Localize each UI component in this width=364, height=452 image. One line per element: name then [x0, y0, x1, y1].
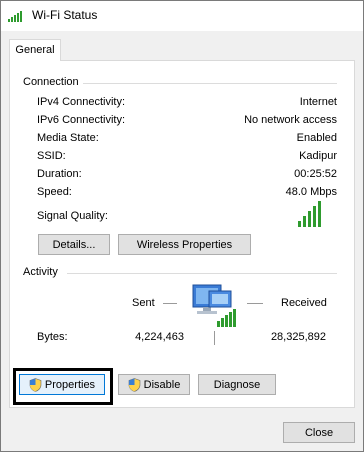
speed-label: Speed: [37, 186, 72, 198]
diagnose-button-label: Diagnose [213, 378, 261, 391]
uac-shield-icon [128, 377, 140, 392]
bytes-received-value: 28,325,892 [270, 331, 326, 343]
disable-button-label: Disable [143, 378, 181, 391]
media-state-value: Enabled [296, 132, 337, 144]
details-button-label: Details... [52, 238, 96, 251]
connection-divider [81, 83, 337, 84]
duration-value: 00:25:52 [294, 168, 337, 180]
received-connector [247, 303, 263, 304]
sent-label: Sent [132, 297, 155, 309]
wifi-status-window: Wi-Fi Status General Connection IPv4 Con… [0, 0, 364, 452]
sent-connector [163, 303, 177, 304]
diagnose-button[interactable]: Diagnose [198, 374, 276, 395]
ipv4-label: IPv4 Connectivity: [37, 96, 126, 108]
bytes-label: Bytes: [37, 331, 68, 343]
wifi-signal-icon [8, 11, 22, 22]
ssid-label: SSID: [37, 150, 66, 162]
speed-value: 48.0 Mbps [285, 186, 337, 198]
properties-button[interactable]: Properties [19, 374, 105, 395]
title-bar[interactable]: Wi-Fi Status [1, 1, 363, 31]
disable-button[interactable]: Disable [118, 374, 190, 395]
details-button[interactable]: Details... [38, 234, 110, 255]
received-label: Received [281, 297, 327, 309]
wireless-properties-button[interactable]: Wireless Properties [118, 234, 251, 255]
ssid-value: Kadipur [299, 150, 337, 162]
properties-button-label: Properties [44, 378, 96, 391]
tab-general[interactable]: General [9, 39, 61, 61]
network-computer-icon [192, 284, 236, 327]
activity-heading: Activity [23, 266, 62, 278]
ipv6-label: IPv6 Connectivity: [37, 114, 126, 126]
close-button[interactable]: Close [283, 422, 355, 443]
activity-divider [67, 273, 337, 274]
close-button-label: Close [304, 426, 334, 439]
connection-heading: Connection [23, 76, 83, 88]
duration-label: Duration: [37, 168, 82, 180]
signal-quality-label: Signal Quality: [37, 210, 108, 222]
ipv6-value: No network access [244, 114, 337, 126]
bytes-sent-value: 4,224,463 [135, 331, 184, 343]
bytes-separator [214, 331, 215, 345]
uac-shield-icon [29, 377, 42, 392]
ipv4-value: Internet [299, 96, 337, 108]
signal-quality-icon [298, 201, 326, 227]
window-title: Wi-Fi Status [32, 8, 98, 22]
wireless-properties-button-label: Wireless Properties [136, 238, 233, 251]
media-state-label: Media State: [37, 132, 99, 144]
